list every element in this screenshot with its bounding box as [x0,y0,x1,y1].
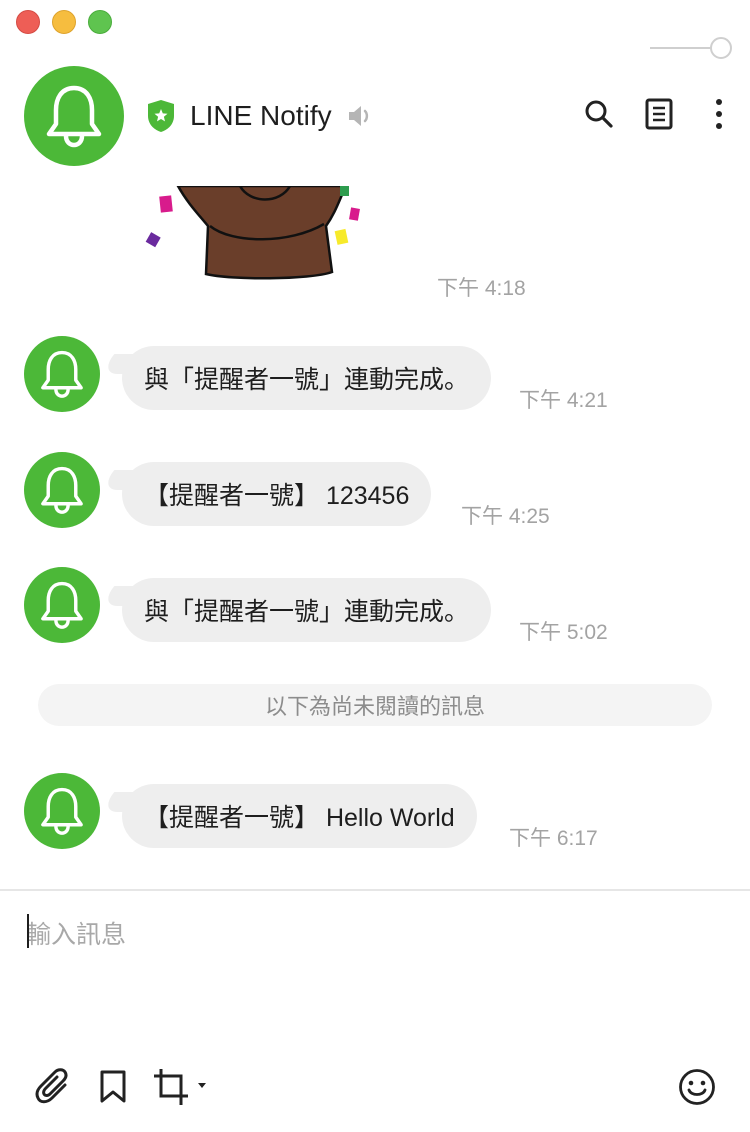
composer-divider [0,889,750,891]
bell-icon [41,581,83,629]
message-time: 下午 4:21 [519,389,608,412]
message-time: 下午 5:02 [519,621,608,644]
zoom-window-button[interactable] [88,10,112,34]
bell-icon [46,85,102,148]
emoji-icon [679,1069,715,1105]
message-time: 下午 4:18 [437,277,526,300]
sender-avatar[interactable] [24,567,100,643]
window-opacity-slider[interactable] [650,36,736,60]
sender-avatar[interactable] [24,773,100,849]
crop-icon [154,1069,206,1105]
keep-button[interactable] [92,1066,134,1108]
chat-title-row: LINE Notify [146,96,374,136]
bell-icon [41,466,83,514]
message-time: 下午 4:25 [461,505,550,528]
close-window-button[interactable] [16,10,40,34]
message-bubble[interactable]: 【提醒者一號】 123456 [122,462,432,526]
attach-file-button[interactable] [32,1066,74,1108]
notes-button[interactable] [644,96,674,132]
sender-avatar[interactable] [24,336,100,412]
speaker-muted-icon[interactable] [346,102,374,130]
screenshot-button[interactable] [152,1066,212,1108]
sticker-image[interactable] [140,186,370,282]
shield-star-icon [148,100,174,132]
slider-knob[interactable] [710,37,732,59]
message-input[interactable] [26,910,716,1030]
attachment-icon [35,1068,68,1104]
chat-title: LINE Notify [190,100,332,131]
bookmark-icon [100,1070,126,1103]
window-controls [16,10,112,34]
bell-icon [41,787,83,835]
message-bubble[interactable]: 與「提醒者一號」連動完成。 [122,578,492,642]
unread-divider: 以下為尚未閱讀的訊息 [38,684,712,726]
slider-track [650,47,714,49]
message-bubble[interactable]: 與「提醒者一號」連動完成。 [122,346,492,410]
message-bubble[interactable]: 【提醒者一號】 Hello World [122,784,477,848]
header-actions [584,96,734,132]
sender-avatar[interactable] [24,452,100,528]
emoji-button[interactable] [676,1066,718,1108]
notes-icon [645,98,673,130]
search-icon [585,100,613,128]
message-time: 下午 6:17 [509,827,598,850]
search-button[interactable] [584,96,614,132]
text-caret [27,914,29,948]
minimize-window-button[interactable] [52,10,76,34]
more-vertical-icon [716,99,722,129]
chat-avatar[interactable] [24,66,124,166]
bell-icon [41,350,83,398]
more-button[interactable] [704,96,734,132]
